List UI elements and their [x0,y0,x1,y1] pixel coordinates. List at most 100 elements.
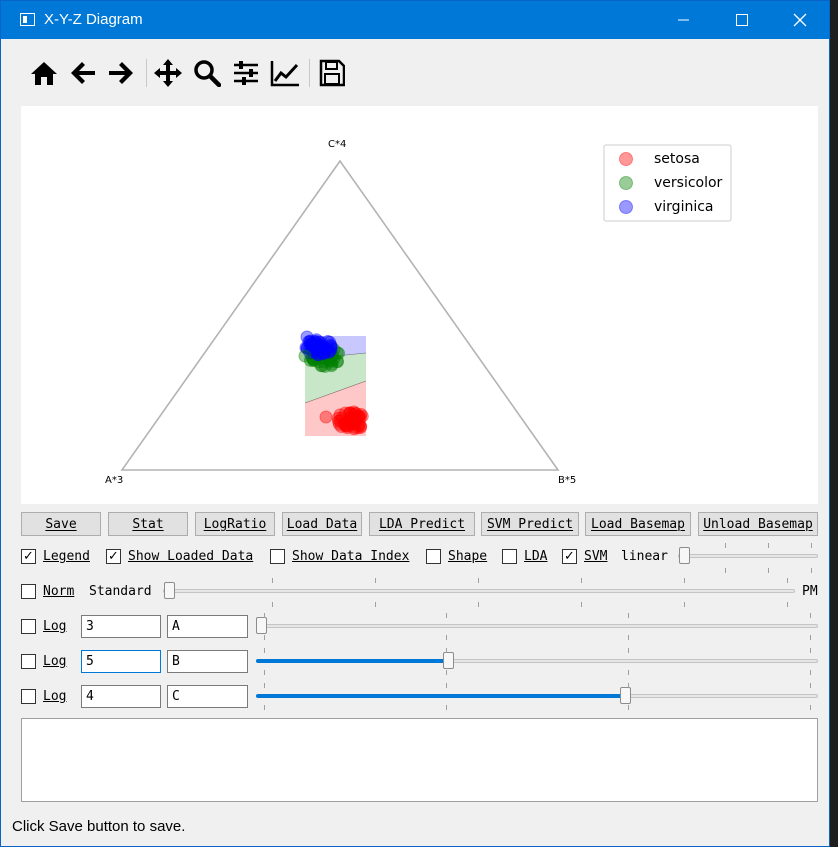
lda-label: LDA [524,549,548,564]
norm-checkbox[interactable] [21,584,36,599]
data-point [300,330,314,344]
b-name-input[interactable]: B [167,650,248,673]
background-window-edge [830,0,838,847]
legend-label-versicolor: versicolor [654,175,723,191]
load-data-button[interactable]: Load Data [282,512,362,536]
show-loaded-data-checkbox[interactable]: ✓ [106,549,121,564]
toolbar-separator [146,59,147,87]
legend-checkbox-label: Legend [43,549,90,564]
a-name-input[interactable]: A [167,615,248,638]
configure-subplots-button[interactable] [230,57,262,89]
zoom-button[interactable] [191,57,223,89]
data-point [322,345,336,359]
data-point [319,410,333,424]
data-point [298,349,312,363]
norm-end-label: PM [802,584,818,599]
c-slider-fill [256,694,625,698]
log-b-label: Log [43,654,67,669]
vertex-label-top: C*4 [328,139,346,150]
data-point [315,359,329,373]
title-bar[interactable]: X-Y-Z Diagram [1,1,829,39]
configure-subplots-icon [234,61,258,85]
log-c-checkbox[interactable] [21,689,36,704]
close-icon [793,13,807,27]
log-c-label: Log [43,689,67,704]
norm-slider-track[interactable] [163,589,795,593]
output-text-area[interactable] [21,718,818,802]
plot-toolbar [11,41,819,103]
log-a-checkbox[interactable] [21,619,36,634]
a-slider-track[interactable] [256,624,818,628]
back-button[interactable] [67,57,99,89]
log-a-label: Log [43,619,67,634]
app-icon [20,13,35,26]
legend-marker-virginica [619,200,633,214]
svm-slider-track[interactable] [678,554,818,558]
action-button-row: Save Stat LogRatio Load Data LDA Predict… [1,512,829,538]
b-multiplier-input[interactable]: 5 [81,650,161,673]
show-loaded-data-label: Show Loaded Data [128,549,254,564]
close-button[interactable] [771,1,829,39]
b-slider-handle[interactable] [443,652,454,669]
lda-checkbox[interactable] [502,549,517,564]
unload-basemap-button[interactable]: Unload Basemap [698,512,818,536]
svm-slider-handle[interactable] [679,547,690,564]
window-title: X-Y-Z Diagram [44,11,143,28]
edit-curves-button[interactable] [269,57,301,89]
shape-label: Shape [448,549,488,564]
shape-checkbox[interactable] [426,549,441,564]
pan-button[interactable] [152,57,184,89]
norm-slider-handle[interactable] [164,582,175,599]
legend-label-setosa: setosa [654,151,700,167]
logratio-button[interactable]: LogRatio [195,512,275,536]
forward-button[interactable] [105,57,137,89]
b-slider-fill [256,659,448,663]
c-multiplier-input[interactable]: 4 [81,685,161,708]
lda-predict-button[interactable]: LDA Predict [369,512,475,536]
legend-label-virginica: virginica [654,199,714,215]
data-point [349,407,362,421]
pan-icon [154,59,182,87]
legend-marker-versicolor [619,176,633,190]
svm-checkbox[interactable]: ✓ [562,549,577,564]
save-figure-button[interactable] [316,57,348,89]
legend-marker-setosa [619,152,633,166]
toolbar-separator [309,59,310,87]
load-basemap-button[interactable]: Load Basemap [585,512,691,536]
ternary-plot: C*4 A*3 B*5 setosa versicolor virginica [105,139,732,486]
plot-canvas[interactable]: C*4 A*3 B*5 setosa versicolor virginica [21,106,818,504]
minimize-button[interactable] [655,1,713,39]
home-button[interactable] [28,57,60,89]
legend-checkbox[interactable]: ✓ [21,549,36,564]
c-slider-handle[interactable] [620,687,631,704]
norm-method-label: Standard [89,584,152,599]
svm-label: SVM [584,549,608,564]
vertex-label-right: B*5 [558,475,576,486]
c-name-input[interactable]: C [167,685,248,708]
save-icon [319,59,345,87]
data-point [311,343,325,357]
status-bar-text: Click Save button to save. [12,818,186,835]
show-data-index-checkbox[interactable] [270,549,285,564]
save-button[interactable]: Save [21,512,101,536]
edit-curves-icon [270,61,299,87]
norm-label: Norm [43,584,75,599]
a-slider-handle[interactable] [256,617,267,634]
maximize-button[interactable] [713,1,771,39]
show-data-index-label: Show Data Index [292,549,410,564]
a-multiplier-input[interactable]: 3 [81,615,161,638]
back-arrow-icon [71,62,95,84]
forward-arrow-icon [109,62,133,84]
legend: setosa versicolor virginica [603,144,732,222]
log-b-checkbox[interactable] [21,654,36,669]
svm-predict-button[interactable]: SVM Predict [481,512,579,536]
stat-button[interactable]: Stat [108,512,188,536]
maximize-icon [736,14,748,26]
svm-kernel-label: linear [621,549,668,564]
home-icon [31,62,57,85]
data-point [332,417,346,431]
vertex-label-left: A*3 [105,475,123,486]
zoom-icon [194,60,221,87]
main-window: X-Y-Z Diagram C*4 A*3 B*5 setosa versico… [0,0,830,847]
minimize-icon [678,19,689,21]
